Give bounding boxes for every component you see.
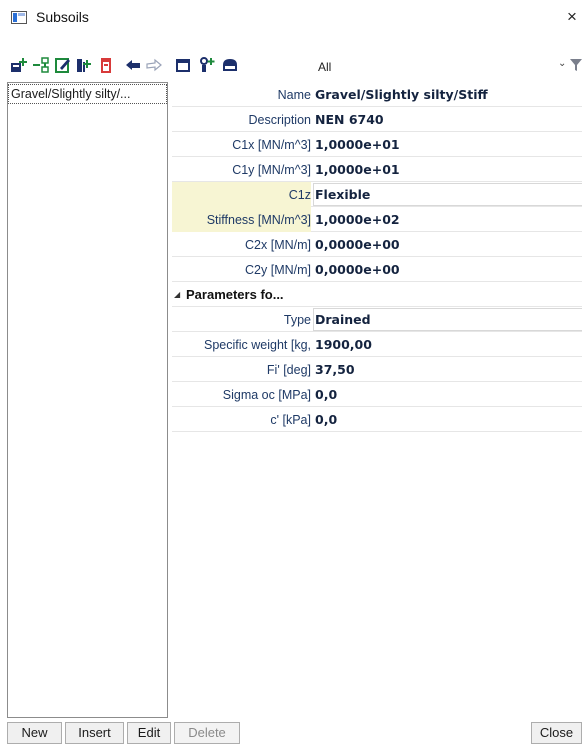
new-button[interactable]: New <box>7 722 62 744</box>
property-label: Fi' [deg] <box>266 363 311 377</box>
edit-button[interactable]: Edit <box>127 722 171 744</box>
section-header-parameters[interactable]: ◢ Parameters fo... <box>172 282 582 307</box>
property-row-stiffness[interactable]: Stiffness [MN/m^3] 1,0000e+02 <box>172 207 582 232</box>
property-label: C1x [MN/m^3] <box>232 138 311 152</box>
property-value[interactable]: 0,0 <box>315 387 337 402</box>
property-value[interactable]: 0,0 <box>315 412 337 427</box>
window-title: Subsoils <box>36 9 89 25</box>
property-label: C2y [MN/m] <box>245 263 311 277</box>
property-value[interactable]: Flexible <box>315 187 370 202</box>
close-button[interactable]: Close <box>531 722 582 744</box>
property-value[interactable]: 1,0000e+02 <box>315 212 400 227</box>
property-value[interactable]: 1900,00 <box>315 337 372 352</box>
property-label: Name <box>277 88 311 102</box>
section-title: Parameters fo... <box>186 287 284 302</box>
redo-icon[interactable] <box>145 56 163 74</box>
property-row-name[interactable]: Name Gravel/Slightly silty/Stiff <box>172 82 582 107</box>
list-item[interactable]: Gravel/Slightly silty/... <box>8 84 167 104</box>
property-row-c1z[interactable]: C1z Flexible <box>172 182 582 207</box>
property-value[interactable]: 1,0000e+01 <box>315 137 400 152</box>
property-label: Stiffness [MN/m^3] <box>206 213 311 227</box>
copy-icon[interactable] <box>75 56 93 74</box>
delete-icon[interactable] <box>97 56 115 74</box>
button-bar: New Insert Edit Delete Close <box>0 722 582 744</box>
property-row-c2y[interactable]: C2y [MN/m] 0,0000e+00 <box>172 257 582 282</box>
subsoil-list[interactable]: Gravel/Slightly silty/... <box>7 82 168 718</box>
property-label: C2x [MN/m] <box>245 238 311 252</box>
property-grid: Name Gravel/Slightly silty/Stiff Descrip… <box>172 82 582 718</box>
property-row-type[interactable]: Type Drained <box>172 307 582 332</box>
property-label: c' [kPa] <box>270 413 311 427</box>
save-icon[interactable] <box>221 56 239 74</box>
delete-button[interactable]: Delete <box>174 722 240 744</box>
property-label: Type <box>283 313 311 327</box>
filter-select[interactable]: All <box>318 60 331 74</box>
property-value[interactable]: NEN 6740 <box>315 112 384 127</box>
title-bar: Subsoils × <box>0 0 582 34</box>
insert-icon[interactable] <box>32 56 50 74</box>
property-value[interactable]: 1,0000e+01 <box>315 162 400 177</box>
property-value[interactable]: Gravel/Slightly silty/Stiff <box>315 87 488 102</box>
undo-icon[interactable] <box>124 56 142 74</box>
property-label: Sigma oc [MPa] <box>222 388 311 402</box>
toolbar: All ⌄ <box>0 52 582 80</box>
property-value[interactable]: Drained <box>315 312 371 327</box>
property-row-c-prime[interactable]: c' [kPa] 0,0 <box>172 407 582 432</box>
property-label: Description <box>248 113 311 127</box>
collapse-triangle-icon[interactable]: ◢ <box>174 290 180 299</box>
property-label: Specific weight [kg, <box>204 338 311 352</box>
filter-icon[interactable] <box>570 58 582 75</box>
property-row-specific-weight[interactable]: Specific weight [kg, 1900,00 <box>172 332 582 357</box>
property-row-c1y[interactable]: C1y [MN/m^3] 1,0000e+01 <box>172 157 582 182</box>
insert-button[interactable]: Insert <box>65 722 124 744</box>
new-icon[interactable] <box>10 56 28 74</box>
property-value[interactable]: 0,0000e+00 <box>315 262 400 277</box>
property-row-sigma-oc[interactable]: Sigma oc [MPa] 0,0 <box>172 382 582 407</box>
window-icon <box>11 11 27 24</box>
sort-icon[interactable] <box>198 56 216 74</box>
property-row-c1x[interactable]: C1x [MN/m^3] 1,0000e+01 <box>172 132 582 157</box>
property-value[interactable]: 0,0000e+00 <box>315 237 400 252</box>
property-label: C1z <box>288 188 311 202</box>
close-window-button[interactable]: × <box>567 7 577 27</box>
edit-icon[interactable] <box>54 56 72 74</box>
chevron-down-icon[interactable]: ⌄ <box>558 58 566 69</box>
property-value[interactable]: 37,50 <box>315 362 355 377</box>
property-row-c2x[interactable]: C2x [MN/m] 0,0000e+00 <box>172 232 582 257</box>
table-icon[interactable] <box>174 56 192 74</box>
property-row-fi[interactable]: Fi' [deg] 37,50 <box>172 357 582 382</box>
property-row-description[interactable]: Description NEN 6740 <box>172 107 582 132</box>
property-label: C1y [MN/m^3] <box>232 163 311 177</box>
